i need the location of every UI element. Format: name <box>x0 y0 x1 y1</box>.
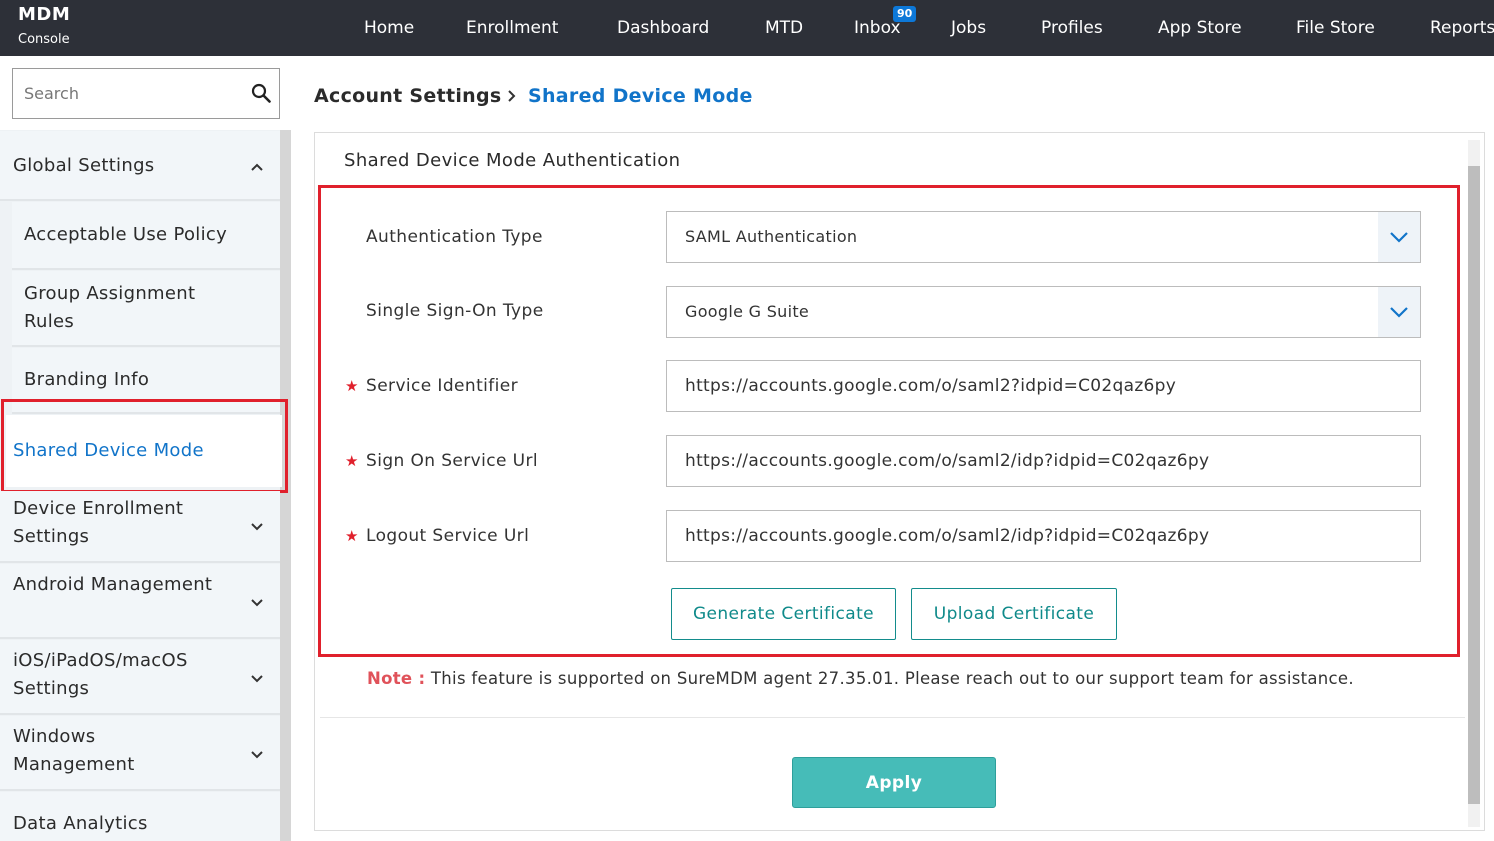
nav-file-store[interactable]: File Store <box>1296 17 1375 39</box>
search-input[interactable] <box>13 69 243 118</box>
chevron-right-icon <box>508 90 516 102</box>
sidebar-item-label: Shared Device Mode <box>13 440 204 461</box>
sidebar-group-global-settings[interactable]: Global Settings <box>0 131 280 201</box>
required-star-icon: ★ <box>345 377 359 395</box>
sidebar-section-label: Android Management <box>13 574 213 595</box>
sidebar-section-device-enrollment[interactable]: Device Enrollment Settings <box>0 491 280 563</box>
logout-url-label: Logout Service Url <box>366 526 530 546</box>
chevron-down-icon <box>251 751 263 759</box>
panel-scrollbar-thumb[interactable] <box>1468 166 1480 804</box>
sign-on-url-input[interactable] <box>666 435 1421 487</box>
chevron-down-icon <box>1390 232 1408 243</box>
chevron-down-icon <box>251 675 263 683</box>
note-text: This feature is supported on SureMDM age… <box>430 669 1354 688</box>
auth-type-select[interactable]: SAML Authentication <box>666 211 1421 263</box>
dropdown-toggle[interactable] <box>1378 287 1420 337</box>
inbox-count-badge: 90 <box>893 6 917 22</box>
divider <box>320 717 1465 718</box>
sidebar-item-label: Group Assignment Rules <box>24 283 196 332</box>
chevron-up-icon <box>251 163 263 171</box>
support-note: Note : This feature is supported on Sure… <box>367 668 1354 690</box>
auth-type-label: Authentication Type <box>366 227 543 247</box>
upload-certificate-button[interactable]: Upload Certificate <box>911 588 1117 640</box>
note-label: Note : <box>367 669 426 688</box>
service-identifier-input[interactable] <box>666 360 1421 412</box>
sidebar-section-label: Device Enrollment Settings <box>13 498 184 547</box>
breadcrumb-current: Shared Device Mode <box>528 85 753 107</box>
chevron-down-icon <box>251 599 263 607</box>
sidebar-section-data-analytics[interactable]: Data Analytics <box>0 792 280 841</box>
brand-title: MDM <box>18 4 71 25</box>
top-navigation-bar: MDM Console Home Enrollment Dashboard MT… <box>0 0 1494 56</box>
generate-certificate-button[interactable]: Generate Certificate <box>671 588 896 640</box>
sidebar-section-windows-management[interactable]: Windows Management <box>0 716 280 791</box>
sidebar-item-acceptable-use-policy[interactable]: Acceptable Use Policy <box>12 202 280 270</box>
nav-dashboard[interactable]: Dashboard <box>617 17 709 39</box>
sso-type-value: Google G Suite <box>685 302 810 321</box>
sidebar-section-label: Data Analytics <box>13 813 148 834</box>
nav-jobs[interactable]: Jobs <box>951 17 986 39</box>
auth-type-value: SAML Authentication <box>685 227 858 246</box>
chevron-down-icon <box>251 523 263 531</box>
brand-subtitle: Console <box>18 32 70 47</box>
nav-enrollment[interactable]: Enrollment <box>466 17 558 39</box>
sidebar-section-ios-settings[interactable]: iOS/iPadOS/macOS Settings <box>0 640 280 715</box>
required-star-icon: ★ <box>345 527 359 545</box>
sso-type-label: Single Sign-On Type <box>366 301 544 321</box>
search-icon[interactable] <box>251 83 271 103</box>
apply-button[interactable]: Apply <box>792 757 996 808</box>
sidebar-item-label: Acceptable Use Policy <box>24 224 228 245</box>
sidebar-section-android-management[interactable]: Android Management <box>0 564 280 639</box>
sign-on-url-label: Sign On Service Url <box>366 451 539 471</box>
logout-url-input[interactable] <box>666 510 1421 562</box>
required-star-icon: ★ <box>345 452 359 470</box>
sidebar-item-branding-info[interactable]: Branding Info <box>12 348 280 414</box>
service-identifier-label: Service Identifier <box>366 376 519 396</box>
chevron-down-icon <box>1390 307 1408 318</box>
sidebar-group-label: Global Settings <box>13 155 155 176</box>
sso-type-select[interactable]: Google G Suite <box>666 286 1421 338</box>
brand-logo[interactable]: MDM Console <box>18 4 70 49</box>
sidebar-item-group-assignment-rules[interactable]: Group Assignment Rules <box>12 271 280 347</box>
sidebar-item-shared-device-mode[interactable]: Shared Device Mode <box>6 415 282 487</box>
dropdown-toggle[interactable] <box>1378 212 1420 262</box>
nav-app-store[interactable]: App Store <box>1158 17 1242 39</box>
nav-mtd[interactable]: MTD <box>765 17 803 39</box>
nav-reports[interactable]: Reports <box>1430 17 1494 39</box>
breadcrumb-account-settings[interactable]: Account Settings <box>314 84 502 108</box>
sidebar-item-label: Branding Info <box>24 369 150 390</box>
sidebar-search <box>12 68 280 119</box>
panel-title: Shared Device Mode Authentication <box>344 150 681 171</box>
sidebar-section-label: Windows Management <box>13 726 135 775</box>
nav-home[interactable]: Home <box>364 17 414 39</box>
nav-profiles[interactable]: Profiles <box>1041 17 1103 39</box>
sidebar-section-label: iOS/iPadOS/macOS Settings <box>13 650 188 699</box>
